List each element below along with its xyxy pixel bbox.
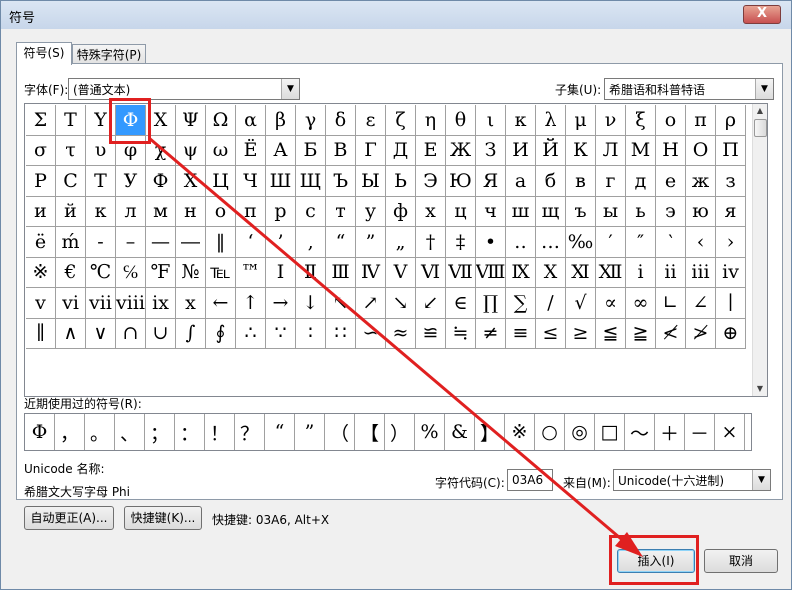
- symbol-dialog: 符号 X 符号(S) 特殊字符(P) 字体(F): (普通文本) ▼ 子集(U)…: [0, 0, 792, 590]
- tab-symbols[interactable]: 符号(S): [16, 42, 72, 65]
- annotation-arrow-icon: [148, 136, 643, 557]
